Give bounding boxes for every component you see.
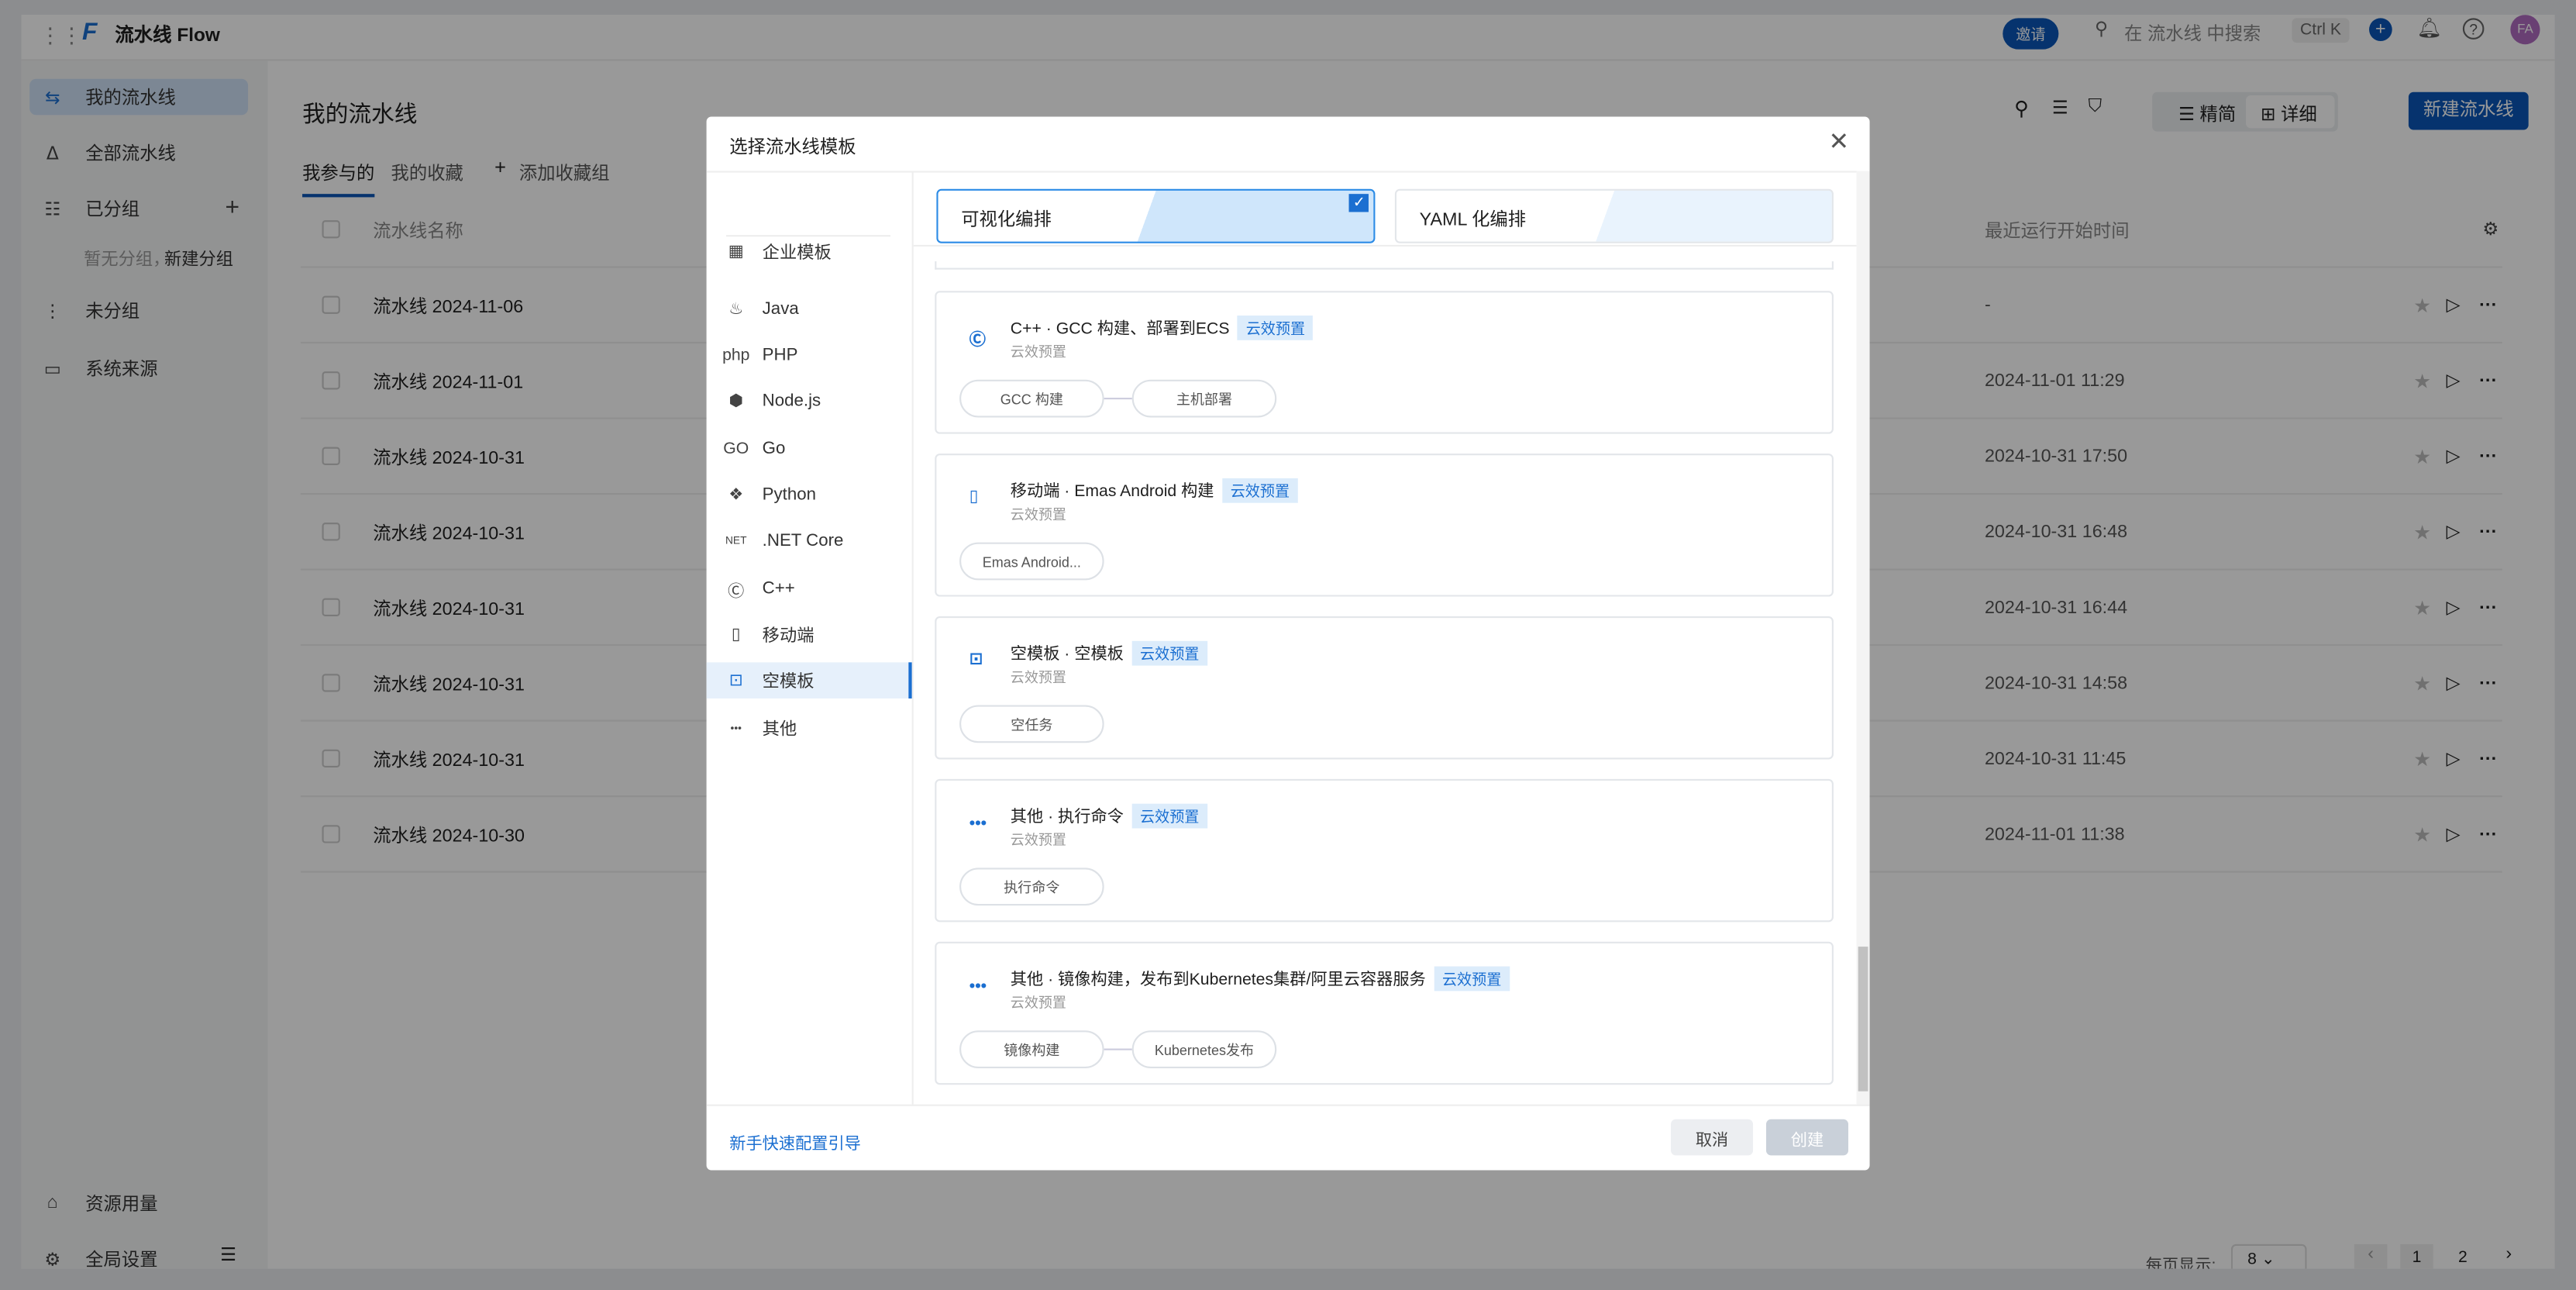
nav-item-label: Java	[762, 298, 799, 319]
template-card[interactable]: Ⓒ C++ · GCC 构建、部署到ECS 云效预置 云效预置 GCC 构建 主机部署	[935, 291, 1834, 434]
template-card[interactable]: ▯ 移动端 · Emas Android 构建 云效预置 云效预置 Emas Andro…	[935, 454, 1834, 597]
mode-label: YAML 化编排	[1419, 210, 1527, 230]
nav-item-label: Python	[762, 485, 817, 505]
template-title: 空模板 · 空模板	[1010, 646, 1124, 664]
template-step: Kubernetes发布	[1131, 1030, 1277, 1068]
template-title-line: 其他 · 镜像构建，发布到Kubernetes集群/阿里云容器服务 云效预置	[1010, 964, 1510, 992]
create-button[interactable]: 创建	[1765, 1119, 1848, 1156]
mode-card-1[interactable]: YAML 化编排	[1394, 188, 1834, 243]
template-source: 云效预置	[1010, 505, 1066, 523]
quick-guide-link[interactable]: 新手快速配置引导	[729, 1129, 861, 1154]
more-icon: •••	[730, 722, 742, 734]
cpp-icon: Ⓒ	[969, 332, 986, 350]
template-title-line: 空模板 · 空模板 云效预置	[1010, 640, 1208, 666]
nav-item-label: .NET Core	[762, 530, 844, 551]
cancel-button[interactable]: 取消	[1671, 1119, 1754, 1156]
mode-label: 可视化编排	[961, 210, 1052, 230]
template-step: 执行命令	[959, 867, 1104, 906]
mobile-icon: ▯	[731, 625, 741, 643]
selected-check-icon: ✓	[1349, 194, 1369, 212]
template-step: Emas Android...	[959, 542, 1104, 581]
nav-item-label: C++	[762, 578, 795, 598]
nav-item-label: Go	[762, 439, 786, 459]
close-icon[interactable]: ✕	[1829, 126, 1850, 156]
nav-item-[interactable]: ▯ 移动端	[707, 616, 912, 653]
step-connector	[1104, 1048, 1132, 1050]
template-tag: 云效预置	[1238, 316, 1314, 340]
template-title: C++ · GCC 构建、部署到ECS	[1010, 320, 1230, 339]
template-tag: 云效预置	[1131, 640, 1208, 666]
empty-icon: ⊡	[728, 671, 743, 690]
template-title: 其他 · 镜像构建，发布到Kubernetes集群/阿里云容器服务	[1010, 971, 1426, 990]
template-dialog: 选择流水线模板 ✕ ▦ 企业模板 ♨ Java php PHP ⬢ Node.js GO Go ❖ P…	[706, 116, 1870, 1171]
nav-item-go[interactable]: GO Go	[707, 430, 912, 467]
scrollbar[interactable]	[1856, 171, 1870, 1105]
nav-item-python[interactable]: ❖ Python	[707, 477, 912, 513]
more-icon: •••	[969, 815, 987, 833]
template-step: GCC 构建	[959, 379, 1104, 418]
php-icon: php	[722, 346, 750, 364]
template-tag: 云效预置	[1434, 966, 1510, 992]
template-category-nav: ▦ 企业模板 ♨ Java php PHP ⬢ Node.js GO Go ❖ Python NET .N…	[706, 171, 914, 1105]
template-source: 云效预置	[1010, 668, 1066, 686]
nav-item-[interactable]: ••• 其他	[707, 710, 912, 747]
nav-item-php[interactable]: php PHP	[707, 337, 912, 374]
template-title-line: 其他 · 执行命令 云效预置	[1010, 802, 1208, 829]
template-source: 云效预置	[1010, 343, 1066, 360]
template-title-line: C++ · GCC 构建、部署到ECS 云效预置	[1011, 314, 1314, 340]
python-icon: ❖	[728, 485, 744, 504]
template-card[interactable]: ••• 其他 · 执行命令 云效预置 云效预置 执行命令	[935, 778, 1834, 923]
template-title: 移动端 · Emas Android 构建	[1010, 483, 1214, 502]
nav-item-label: 移动端	[762, 625, 814, 646]
nav-item-label: PHP	[762, 345, 798, 365]
more-icon: •••	[969, 978, 987, 996]
nav-item-label: 空模板	[762, 671, 814, 692]
java-icon: ♨	[728, 299, 744, 319]
template-title: 其他 · 执行命令	[1010, 809, 1124, 827]
nav-item-[interactable]: ⊡ 空模板	[706, 662, 912, 698]
nav-item-c[interactable]: Ⓒ C++	[707, 571, 912, 607]
template-source: 云效预置	[1010, 831, 1066, 848]
template-step: 空任务	[959, 705, 1104, 743]
step-connector	[1104, 398, 1132, 400]
empty-icon: ⊡	[969, 650, 983, 669]
nav-item-nodejs[interactable]: ⬢ Node.js	[707, 383, 912, 419]
template-card[interactable]: ⊡ 空模板 · 空模板 云效预置 云效预置 空任务	[935, 616, 1834, 760]
cpp-icon: Ⓒ	[728, 582, 745, 601]
mode-card-0[interactable]: 可视化编排 ✓	[936, 188, 1376, 243]
template-source: 云效预置	[1010, 994, 1066, 1011]
go-icon: GO	[723, 440, 749, 458]
template-tag: 云效预置	[1131, 803, 1208, 829]
nav-divider	[726, 235, 891, 237]
nav-item-[interactable]: ▦ 企业模板	[707, 233, 912, 270]
nav-item-label: 企业模板	[762, 242, 832, 263]
template-card[interactable]: ••• 其他 · 镜像构建，发布到Kubernetes集群/阿里云容器服务 云效预置…	[935, 941, 1834, 1085]
template-tag: 云效预置	[1222, 478, 1298, 503]
nav-item-java[interactable]: ♨ Java	[707, 291, 912, 327]
template-title-line: 移动端 · Emas Android 构建 云效预置	[1011, 477, 1298, 503]
nodejs-icon: ⬢	[728, 391, 744, 410]
nav-item-netcore[interactable]: NET .NET Core	[707, 523, 912, 559]
nav-item-label: 其他	[762, 719, 797, 739]
template-step: 主机部署	[1131, 379, 1277, 418]
nav-item-label: Node.js	[762, 391, 821, 411]
template-step: 镜像构建	[959, 1030, 1104, 1068]
dotnet-icon: NET	[725, 535, 747, 547]
mobile-icon: ▯	[969, 488, 979, 506]
grid-icon: ▦	[728, 242, 744, 261]
dialog-title: 选择流水线模板	[729, 138, 856, 158]
